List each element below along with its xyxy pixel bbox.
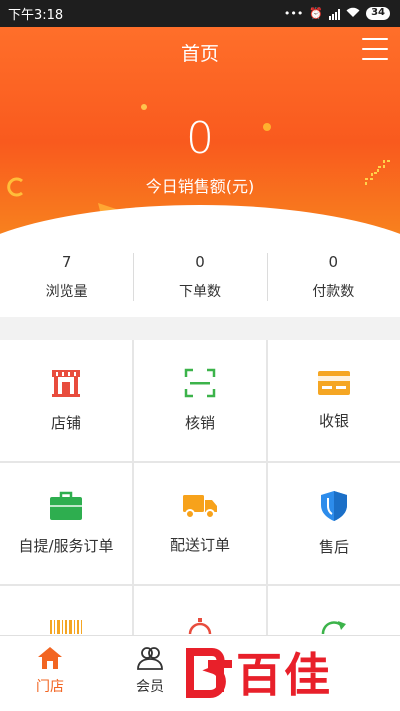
stat-value: 7 bbox=[61, 253, 72, 271]
page-title: 首页 bbox=[180, 43, 219, 65]
scan-icon bbox=[184, 368, 216, 398]
today-sales-value: 0 bbox=[186, 113, 214, 164]
tab-label: 会员 bbox=[136, 679, 164, 695]
grid-item-store[interactable]: 店铺 bbox=[0, 340, 132, 461]
stat-label: 浏览量 bbox=[45, 284, 88, 300]
briefcase-icon bbox=[50, 491, 82, 520]
tab-label: 门店 bbox=[36, 679, 64, 695]
grid-item-refresh[interactable] bbox=[268, 586, 400, 635]
card-icon bbox=[318, 371, 350, 395]
sales-hero: 首页 0 今日销售额(元) bbox=[0, 27, 400, 237]
grid-item-cashier[interactable]: 收银 bbox=[268, 340, 400, 461]
decoration-dot-icon bbox=[141, 104, 147, 110]
alarm-icon: ⏰ bbox=[309, 7, 324, 20]
stat-value: 0 bbox=[195, 253, 205, 271]
grid-item-label: 店铺 bbox=[50, 414, 81, 432]
stat-payments[interactable]: 0 付款数 bbox=[266, 253, 400, 301]
menu-button[interactable] bbox=[362, 38, 388, 60]
truck-icon bbox=[183, 495, 217, 519]
grid-item-label: 自提/服务订单 bbox=[18, 537, 114, 555]
grid-item-barcode[interactable] bbox=[0, 586, 132, 635]
function-grid: 店铺 核销 收银 自提/服务订单 配送订单 售后 bbox=[0, 340, 400, 635]
status-icons: ••• ⏰ 34 bbox=[284, 7, 390, 21]
more-dots-icon: ••• bbox=[283, 7, 304, 20]
tab-store[interactable]: 门店 bbox=[0, 636, 100, 711]
wifi-icon bbox=[346, 7, 360, 21]
stat-orders[interactable]: 0 下单数 bbox=[133, 253, 266, 301]
grid-item-verify[interactable]: 核销 bbox=[134, 340, 266, 461]
clock-icon bbox=[188, 618, 212, 634]
stats-row: 7 浏览量 0 下单数 0 付款数 bbox=[0, 237, 400, 317]
store-icon bbox=[52, 370, 80, 397]
brand-watermark-text: 百佳 bbox=[236, 648, 332, 702]
today-sales-label: 今日销售额(元) bbox=[145, 177, 255, 196]
stat-label: 下单数 bbox=[178, 284, 221, 300]
grid-item-label: 配送订单 bbox=[169, 536, 230, 554]
refresh-icon bbox=[321, 621, 346, 634]
brand-logo-icon bbox=[186, 648, 232, 698]
stat-views[interactable]: 7 浏览量 bbox=[0, 253, 133, 301]
brand-watermark: 百佳 bbox=[186, 636, 396, 708]
hero-curve bbox=[0, 205, 400, 237]
grid-item-label: 核销 bbox=[184, 414, 215, 432]
shield-icon bbox=[321, 491, 347, 521]
members-icon bbox=[137, 647, 163, 670]
status-time: 下午3:18 bbox=[8, 8, 64, 23]
barcode-icon bbox=[50, 620, 82, 634]
grid-item-clock[interactable] bbox=[134, 586, 266, 635]
status-bar: 下午3:18 ••• ⏰ 34 bbox=[0, 0, 400, 27]
grid-item-delivery-orders[interactable]: 配送订单 bbox=[134, 463, 266, 584]
stat-label: 付款数 bbox=[312, 284, 355, 300]
grid-item-pickup-orders[interactable]: 自提/服务订单 bbox=[0, 463, 132, 584]
tab-members[interactable]: 会员 bbox=[100, 636, 200, 711]
stat-value: 0 bbox=[328, 253, 339, 271]
grid-item-after-sales[interactable]: 售后 bbox=[268, 463, 400, 584]
signal-icon bbox=[329, 8, 341, 20]
battery-indicator: 34 bbox=[366, 7, 390, 20]
home-icon bbox=[38, 647, 62, 669]
grid-item-label: 收银 bbox=[318, 412, 349, 430]
grid-item-label: 售后 bbox=[318, 538, 349, 556]
